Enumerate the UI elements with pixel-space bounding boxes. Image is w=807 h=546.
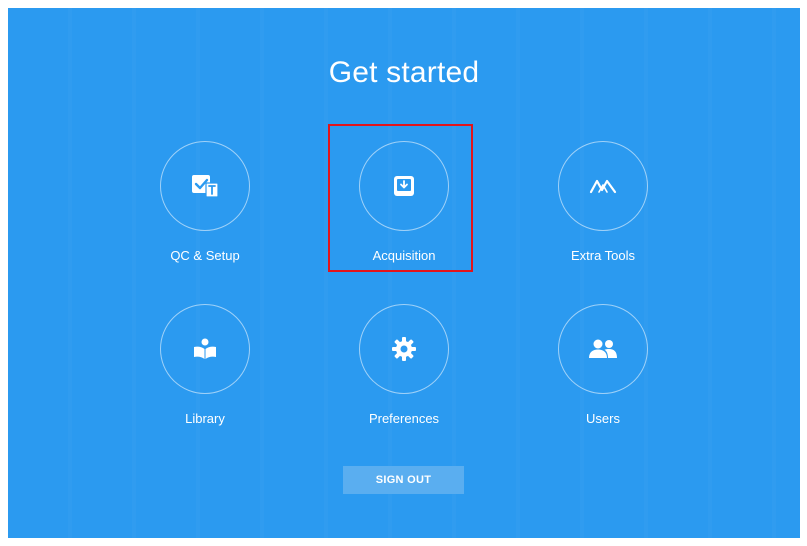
tile-preferences-label: Preferences — [368, 411, 440, 426]
tile-extra-tools-label: Extra Tools — [570, 248, 636, 263]
library-icon — [192, 337, 218, 361]
tile-qc-setup-label: QC & Setup — [170, 248, 240, 263]
gear-icon — [391, 336, 417, 362]
sign-out-button[interactable]: SIGN OUT — [343, 466, 464, 494]
tile-preferences[interactable]: Preferences — [334, 304, 474, 444]
tile-acquisition-circle — [359, 141, 449, 231]
launcher-screen: Get started QC & Setup Acquisition Extra… — [8, 8, 800, 538]
tile-library-circle — [160, 304, 250, 394]
tile-library[interactable]: Library — [135, 304, 275, 444]
tile-preferences-circle — [359, 304, 449, 394]
qc-setup-icon — [190, 173, 220, 199]
tile-qc-setup[interactable]: QC & Setup — [135, 141, 275, 281]
tile-acquisition[interactable]: Acquisition — [334, 141, 474, 281]
tile-qc-setup-circle — [160, 141, 250, 231]
tile-users-label: Users — [586, 411, 620, 426]
tile-users-circle — [558, 304, 648, 394]
tile-users[interactable]: Users — [533, 304, 673, 444]
page-title: Get started — [328, 56, 480, 89]
acquisition-icon — [392, 174, 416, 198]
tile-extra-tools-circle — [558, 141, 648, 231]
tile-acquisition-label: Acquisition — [372, 248, 436, 263]
users-icon — [587, 338, 619, 360]
tile-library-label: Library — [185, 411, 225, 426]
extra-tools-icon — [589, 177, 617, 195]
tile-extra-tools[interactable]: Extra Tools — [533, 141, 673, 281]
